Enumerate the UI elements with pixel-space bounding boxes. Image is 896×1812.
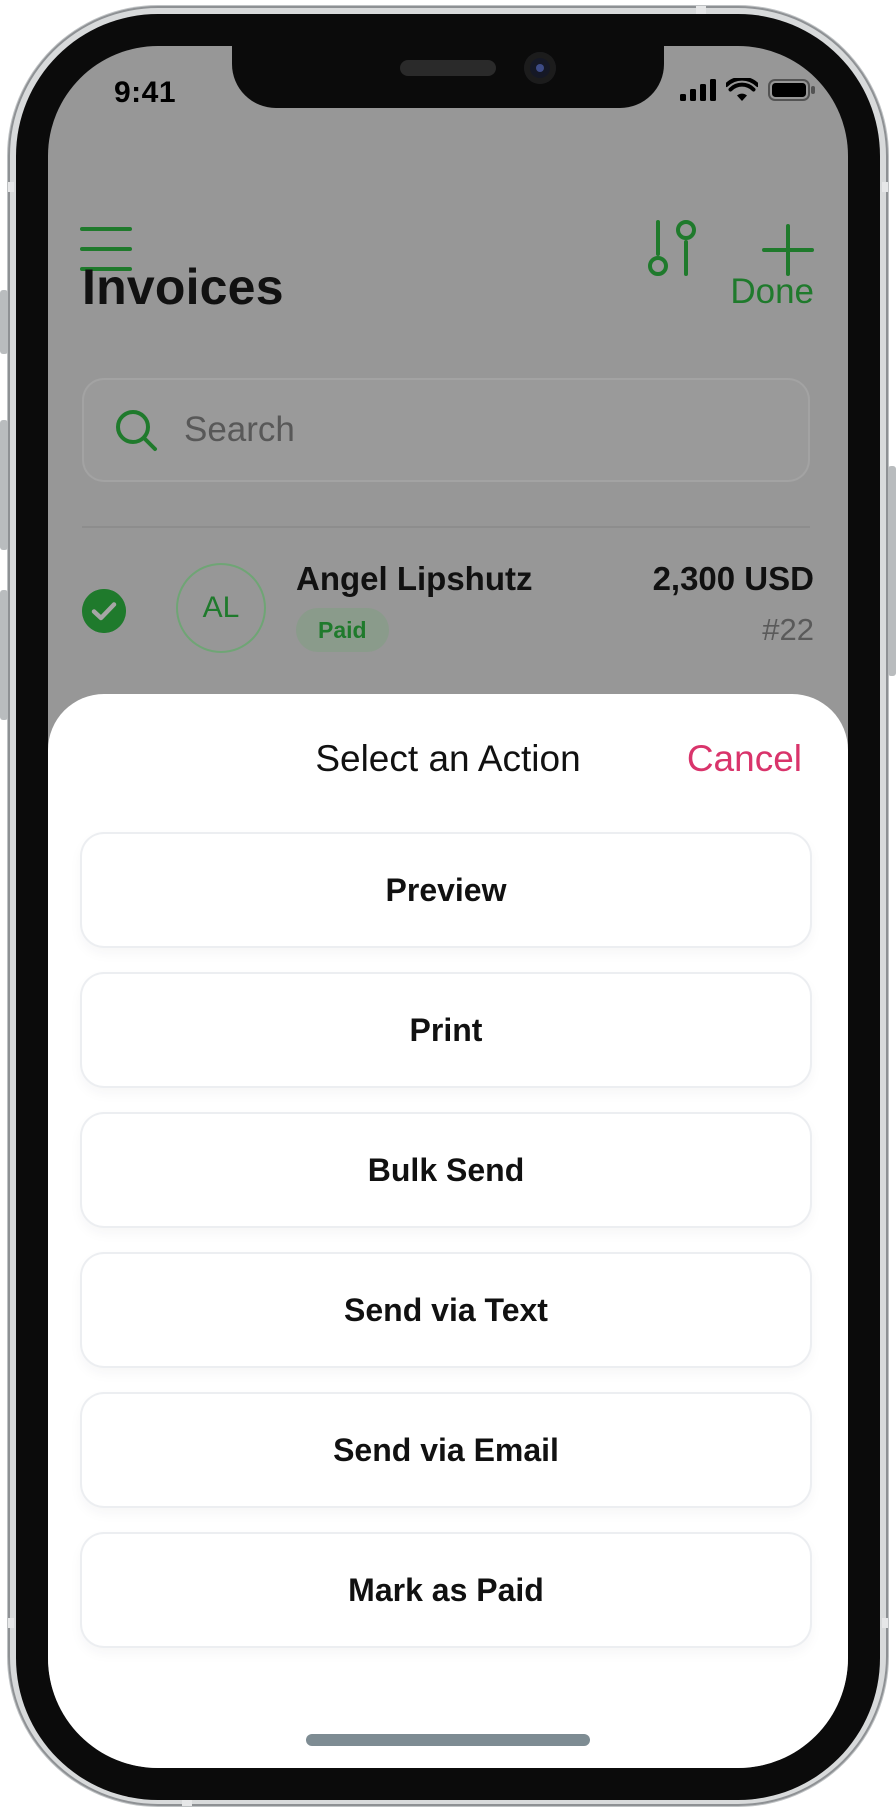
mark-as-paid-button[interactable]: Mark as Paid (82, 1534, 810, 1646)
bulk-send-button[interactable]: Bulk Send (82, 1114, 810, 1226)
page-title: Invoices (82, 259, 284, 315)
front-camera (524, 52, 556, 84)
home-indicator[interactable] (306, 1734, 590, 1746)
volume-down-button (0, 590, 8, 720)
power-button (888, 466, 896, 676)
antenna-line (8, 182, 14, 192)
done-button[interactable]: Done (730, 272, 814, 312)
avatar: AL (176, 563, 266, 653)
battery-icon (768, 79, 815, 101)
status-time: 9:41 (114, 76, 177, 109)
status-icons (680, 78, 816, 102)
signal-icon (680, 79, 716, 101)
filter-icon[interactable] (648, 218, 700, 278)
print-button[interactable]: Print (82, 974, 810, 1086)
status-badge: Paid (296, 608, 389, 652)
list-divider (82, 526, 810, 528)
antenna-line (8, 1618, 14, 1628)
speaker-grille (400, 60, 496, 76)
send-via-text-button[interactable]: Send via Text (82, 1254, 810, 1366)
notch (232, 46, 664, 108)
check-circle-icon[interactable] (82, 589, 126, 633)
cancel-button[interactable]: Cancel (687, 738, 802, 780)
action-sheet: Select an Action Cancel Preview Print Bu… (48, 694, 848, 1768)
preview-button[interactable]: Preview (82, 834, 810, 946)
client-name: Angel Lipshutz (296, 560, 533, 597)
silent-switch (0, 290, 8, 354)
wifi-icon (726, 78, 758, 101)
volume-up-button (0, 420, 8, 550)
search-icon (116, 410, 157, 451)
search-input[interactable]: Search (82, 378, 810, 482)
antenna-line (882, 182, 888, 192)
invoice-amount: 2,300 USD (652, 560, 814, 597)
plus-icon[interactable] (762, 224, 814, 276)
send-via-email-button[interactable]: Send via Email (82, 1394, 810, 1506)
antenna-line (882, 1618, 888, 1628)
invoice-number: #22 (762, 612, 814, 647)
screen: 9:41 Invoices Done Search AL Angel Lipsh… (48, 46, 848, 1768)
search-placeholder: Search (184, 410, 295, 449)
